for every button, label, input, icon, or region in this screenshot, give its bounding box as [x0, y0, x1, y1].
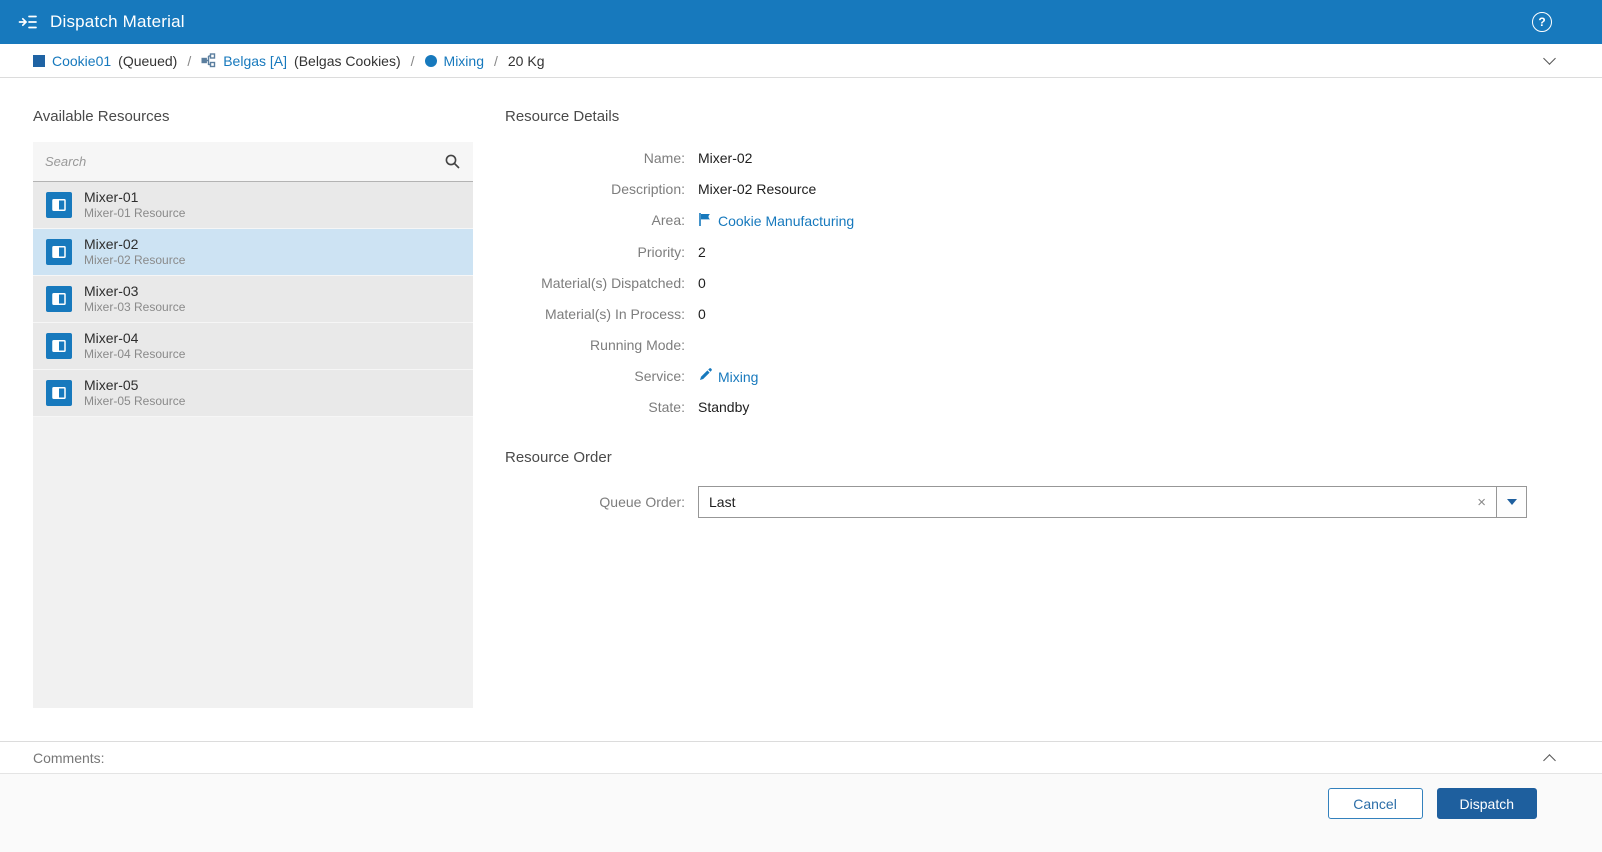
detail-row-running-mode: Running Mode:: [505, 330, 1527, 361]
main-content: Available Resources M: [0, 78, 1602, 741]
service-icon: [698, 368, 712, 385]
search-bar: [33, 142, 473, 182]
detail-label: Priority:: [637, 244, 685, 260]
breadcrumb-material-state: (Queued): [118, 52, 178, 69]
service-link-label: Mixing: [718, 368, 759, 385]
resource-name: Mixer-04: [84, 330, 139, 346]
help-icon[interactable]: ?: [1532, 12, 1552, 32]
resource-description: Mixer-04 Resource: [84, 347, 186, 361]
resource-details-column: Resource Details Name: Mixer-02 Descript…: [505, 78, 1527, 741]
queue-order-value: Last: [709, 494, 736, 510]
queue-order-label: Queue Order:: [599, 494, 685, 510]
detail-value: 2: [698, 244, 706, 260]
resource-details-heading: Resource Details: [505, 108, 620, 125]
detail-value: Mixer-02: [698, 150, 753, 166]
queue-order-row: Queue Order: Last ×: [505, 486, 1527, 518]
resource-order-block: Resource Order Queue Order: Last ×: [505, 449, 1527, 518]
detail-label: Service:: [634, 368, 685, 384]
resource-list: Mixer-01 Mixer-01 Resource Mixer-02 Mixe…: [33, 182, 473, 417]
detail-label: Running Mode:: [590, 337, 685, 353]
resource-list-item[interactable]: Mixer-04 Mixer-04 Resource: [33, 323, 473, 370]
titlebar: Dispatch Material ?: [0, 0, 1602, 44]
breadcrumb-material-link[interactable]: Cookie01: [52, 53, 111, 69]
resource-name: Mixer-02: [84, 236, 139, 252]
material-icon: [33, 54, 45, 67]
detail-label: State:: [648, 399, 685, 415]
breadcrumb-separator: /: [494, 52, 498, 69]
dispatch-material-icon: [18, 12, 38, 32]
search-input[interactable]: [45, 154, 436, 169]
resource-list-item[interactable]: Mixer-01 Mixer-01 Resource: [33, 182, 473, 229]
detail-label: Material(s) Dispatched:: [541, 275, 685, 291]
detail-row-materials-in-process: Material(s) In Process: 0: [505, 299, 1527, 330]
context-breadcrumb-bar: Cookie01 (Queued) / Belgas [A] (Belgas C…: [0, 44, 1602, 78]
resource-list-item[interactable]: Mixer-02 Mixer-02 Resource: [33, 229, 473, 276]
resource-list-panel: Mixer-01 Mixer-01 Resource Mixer-02 Mixe…: [33, 142, 473, 708]
chevron-up-icon[interactable]: [1543, 753, 1556, 767]
resource-name: Mixer-03: [84, 283, 139, 299]
resource-details-block: Name: Mixer-02 Description: Mixer-02 Res…: [505, 143, 1527, 423]
search-icon[interactable]: [436, 153, 461, 170]
resource-icon: [46, 333, 72, 359]
clear-icon[interactable]: ×: [1467, 494, 1496, 511]
resource-icon: [46, 380, 72, 406]
breadcrumb-quantity: 20 Kg: [507, 52, 545, 69]
resource-list-item[interactable]: Mixer-03 Mixer-03 Resource: [33, 276, 473, 323]
resource-description: Mixer-01 Resource: [84, 206, 186, 220]
detail-row-description: Description: Mixer-02 Resource: [505, 174, 1527, 205]
detail-label: Material(s) In Process:: [544, 306, 685, 322]
resource-name: Mixer-05: [84, 377, 139, 393]
breadcrumb-separator: /: [410, 52, 415, 69]
breadcrumb-order-link[interactable]: Belgas [A]: [223, 53, 287, 69]
resource-list-item[interactable]: Mixer-05 Mixer-05 Resource: [33, 370, 473, 417]
order-flow-icon: [201, 53, 216, 68]
breadcrumb-order-description: (Belgas Cookies): [294, 52, 401, 69]
detail-row-service: Service: Mixing: [505, 361, 1527, 392]
detail-value: 0: [698, 275, 706, 291]
detail-value: Standby: [698, 399, 750, 415]
resource-text: Mixer-05 Mixer-05 Resource: [84, 377, 185, 409]
resource-description: Mixer-05 Resource: [84, 394, 186, 408]
resource-description: Mixer-03 Resource: [84, 300, 186, 314]
area-link[interactable]: Cookie Manufacturing: [698, 212, 854, 230]
dispatch-button[interactable]: Dispatch: [1436, 788, 1537, 819]
resource-icon: [46, 286, 72, 312]
comments-section-header[interactable]: Comments:: [0, 741, 1602, 774]
detail-row-state: State: Standby: [505, 392, 1527, 423]
detail-label: Area:: [651, 212, 685, 228]
caret-down-icon: [1506, 499, 1517, 505]
resource-icon: [46, 192, 72, 218]
chevron-down-icon[interactable]: [1543, 52, 1556, 65]
dropdown-button[interactable]: [1496, 487, 1526, 517]
breadcrumb-step-link[interactable]: Mixing: [444, 53, 484, 69]
detail-row-priority: Priority: 2: [505, 237, 1527, 268]
resource-text: Mixer-01 Mixer-01 Resource: [84, 189, 185, 221]
queue-order-combobox[interactable]: Last ×: [698, 486, 1527, 518]
available-resources-heading: Available Resources: [33, 108, 170, 125]
resource-description: Mixer-02 Resource: [84, 253, 186, 267]
detail-value: 0: [698, 306, 706, 322]
detail-value: Mixer-02 Resource: [698, 181, 817, 197]
resource-text: Mixer-02 Mixer-02 Resource: [84, 236, 185, 268]
resource-name: Mixer-01: [84, 189, 139, 205]
footer-action-bar: Cancel Dispatch: [0, 774, 1602, 852]
resource-text: Mixer-03 Mixer-03 Resource: [84, 283, 185, 315]
resource-order-heading: Resource Order: [505, 449, 612, 466]
resource-icon: [46, 239, 72, 265]
detail-label: Description:: [611, 181, 685, 197]
area-icon: [698, 212, 712, 230]
detail-row-name: Name: Mixer-02: [505, 143, 1527, 174]
detail-row-area: Area: Cookie Manufacturing: [505, 205, 1527, 237]
available-resources-column: Available Resources M: [33, 78, 473, 741]
detail-label: Name:: [643, 150, 685, 166]
service-link[interactable]: Mixing: [698, 368, 758, 385]
area-link-label: Cookie Manufacturing: [718, 213, 855, 229]
breadcrumb-separator: /: [187, 52, 192, 69]
dialog-title: Dispatch Material: [50, 12, 185, 31]
resource-text: Mixer-04 Mixer-04 Resource: [84, 330, 185, 362]
comments-label: Comments:: [33, 749, 105, 766]
cancel-button[interactable]: Cancel: [1327, 788, 1423, 819]
step-icon: [424, 54, 437, 67]
detail-row-materials-dispatched: Material(s) Dispatched: 0: [505, 268, 1527, 299]
